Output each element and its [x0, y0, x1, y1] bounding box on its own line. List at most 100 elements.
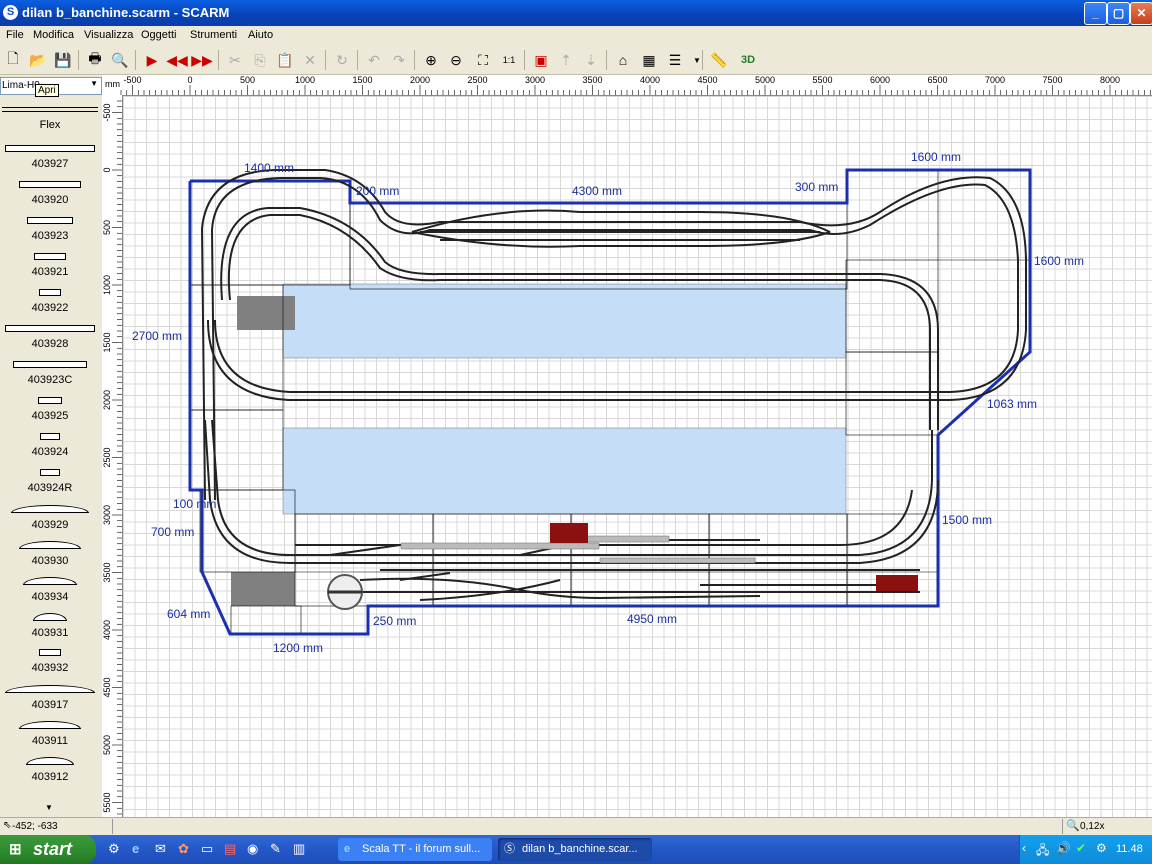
rewind-icon[interactable]: ◀◀: [166, 49, 188, 71]
library-item-label: 403912: [31, 771, 69, 783]
ruler-top-label: -500: [123, 75, 141, 85]
task-label: dilan b_banchine.scar...: [522, 843, 638, 855]
task-button-scarm[interactable]: Ⓢ dilan b_banchine.scar...: [498, 838, 652, 861]
library-item-403917[interactable]: 403917: [0, 685, 100, 711]
ruler-top-label: 2000: [410, 75, 430, 85]
track-layout[interactable]: 1400 mm 200 mm 4300 mm 300 mm 1600 mm 16…: [123, 96, 1152, 817]
quicklaunch-icon[interactable]: ▥: [293, 841, 305, 857]
quicklaunch-icon[interactable]: ✎: [270, 841, 281, 857]
dim-label: 1200 mm: [273, 641, 323, 655]
menu-aiuto[interactable]: Aiuto: [248, 29, 273, 41]
ruler-top-label: 4500: [697, 75, 717, 85]
library-item-403924[interactable]: 403924: [0, 433, 100, 458]
quicklaunch-icon[interactable]: ⚙: [108, 841, 120, 857]
library-item-403927[interactable]: 403927: [0, 145, 100, 170]
library-item-403924r[interactable]: 403924R: [0, 469, 100, 494]
delete-icon[interactable]: ✕: [299, 49, 321, 71]
scroll-down-icon[interactable]: ▼: [45, 803, 53, 812]
start-button[interactable]: ⊞ start: [0, 835, 96, 864]
library-item-403932[interactable]: 403932: [0, 649, 100, 674]
library-item-403929[interactable]: 403929: [0, 505, 100, 531]
station-building: [550, 523, 588, 543]
forward-icon[interactable]: ▶▶: [191, 49, 213, 71]
quicklaunch-icon[interactable]: ▤: [224, 841, 236, 857]
library-item-403925[interactable]: 403925: [0, 397, 100, 422]
open-folder-icon[interactable]: 📂: [27, 49, 49, 71]
security-icon[interactable]: ✔: [1076, 841, 1086, 855]
close-button[interactable]: ✕: [1130, 2, 1152, 25]
layer-icon[interactable]: ▣: [530, 49, 552, 71]
library-item-403930[interactable]: 403930: [0, 541, 100, 567]
library-item-403922[interactable]: 403922: [0, 289, 100, 314]
building-bottom-left: [231, 572, 295, 606]
library-item-403920[interactable]: 403920: [0, 181, 100, 206]
flex-track-icon[interactable]: ▦: [638, 49, 660, 71]
rotate-icon[interactable]: ↻: [331, 49, 353, 71]
ruler-left-label: 5500: [102, 792, 112, 812]
ruler-top-label: 6500: [927, 75, 947, 85]
save-icon[interactable]: 💾: [52, 49, 74, 71]
menu-file[interactable]: File: [6, 29, 24, 41]
dropdown-arrow-icon[interactable]: ▼: [686, 49, 708, 71]
library-item-403931[interactable]: 403931: [0, 613, 100, 639]
menu-visualizza[interactable]: Visualizza: [84, 29, 133, 41]
volume-icon[interactable]: 🔊: [1056, 841, 1071, 855]
network-icon[interactable]: 🖧: [1036, 841, 1049, 862]
quicklaunch-icon[interactable]: ◉: [247, 841, 258, 857]
ruler-left-label: 4000: [102, 620, 112, 640]
height-up-icon[interactable]: ⇡: [555, 49, 577, 71]
cut-icon[interactable]: ✂: [224, 49, 246, 71]
zoom-in-icon[interactable]: ⊕: [420, 49, 442, 71]
dim-label: 4950 mm: [627, 612, 677, 626]
zoom-1to1-icon[interactable]: 1:1: [498, 49, 520, 71]
ruler-left-label: 500: [102, 220, 112, 235]
dim-label: 100 mm: [173, 497, 216, 511]
zoom-out-icon[interactable]: ⊖: [445, 49, 467, 71]
library-item-flex[interactable]: Flex: [0, 119, 100, 131]
print-preview-icon[interactable]: 🔍: [109, 49, 131, 71]
paste-icon[interactable]: 📋: [274, 49, 296, 71]
library-item-403911[interactable]: 403911: [0, 721, 100, 747]
tray-expand-icon[interactable]: ‹: [1022, 841, 1026, 855]
menu-oggetti[interactable]: Oggetti: [141, 29, 176, 41]
taskbar: ⊞ start ⚙ e ✉ ✿ ▭ ▤ ◉ ✎ ▥ e Scala TT - i…: [0, 835, 1152, 864]
3d-view-icon[interactable]: 3D: [737, 49, 759, 71]
quicklaunch-icon[interactable]: ▭: [201, 841, 213, 857]
print-icon[interactable]: 🖶: [84, 49, 106, 71]
library-item-403923c[interactable]: 403923C: [0, 361, 100, 386]
task-button-browser[interactable]: e Scala TT - il forum sull...: [338, 838, 492, 861]
new-file-icon[interactable]: 🗋: [2, 49, 24, 71]
menu-modifica[interactable]: Modifica: [33, 29, 74, 41]
ruler-left-label: 4500: [102, 677, 112, 697]
ie-icon[interactable]: e: [132, 841, 139, 856]
track-style-icon[interactable]: ☰: [664, 49, 686, 71]
library-item-403912[interactable]: 403912: [0, 757, 100, 783]
copy-icon[interactable]: ⎘: [249, 49, 271, 71]
layout-canvas[interactable]: 1400 mm 200 mm 4300 mm 300 mm 1600 mm 16…: [123, 96, 1152, 817]
divider: [112, 819, 113, 834]
ruler-left-label: 1000: [102, 275, 112, 295]
title-bar: S dilan b_banchine.scarm - SCARM _ ▢ ✕: [0, 0, 1152, 26]
play-icon[interactable]: ▶: [141, 49, 163, 71]
redo-icon[interactable]: ↷: [388, 49, 410, 71]
minimize-button[interactable]: _: [1084, 2, 1107, 25]
bridge-icon[interactable]: ⌂: [612, 49, 634, 71]
dim-label: 1063 mm: [987, 397, 1037, 411]
library-item-403934[interactable]: 403934: [0, 577, 100, 603]
quicklaunch-icon[interactable]: ✉: [155, 841, 166, 857]
menu-strumenti[interactable]: Strumenti: [190, 29, 237, 41]
library-item-label: 403922: [31, 302, 69, 314]
library-item-403921[interactable]: 403921: [0, 253, 100, 278]
library-item-403923[interactable]: 403923: [0, 217, 100, 242]
quicklaunch-icon[interactable]: ✿: [178, 841, 189, 857]
height-down-icon[interactable]: ⇣: [580, 49, 602, 71]
track-piece-icon: [39, 649, 61, 656]
undo-icon[interactable]: ↶: [363, 49, 385, 71]
tray-icon[interactable]: ⚙: [1096, 841, 1107, 855]
track-piece-icon: [19, 721, 81, 729]
zoom-fit-icon[interactable]: ⛶: [472, 49, 494, 71]
ruler-top-label: 0: [187, 75, 192, 85]
measure-icon[interactable]: 📏: [708, 49, 730, 71]
maximize-button[interactable]: ▢: [1107, 2, 1130, 25]
library-item-403928[interactable]: 403928: [0, 325, 100, 350]
